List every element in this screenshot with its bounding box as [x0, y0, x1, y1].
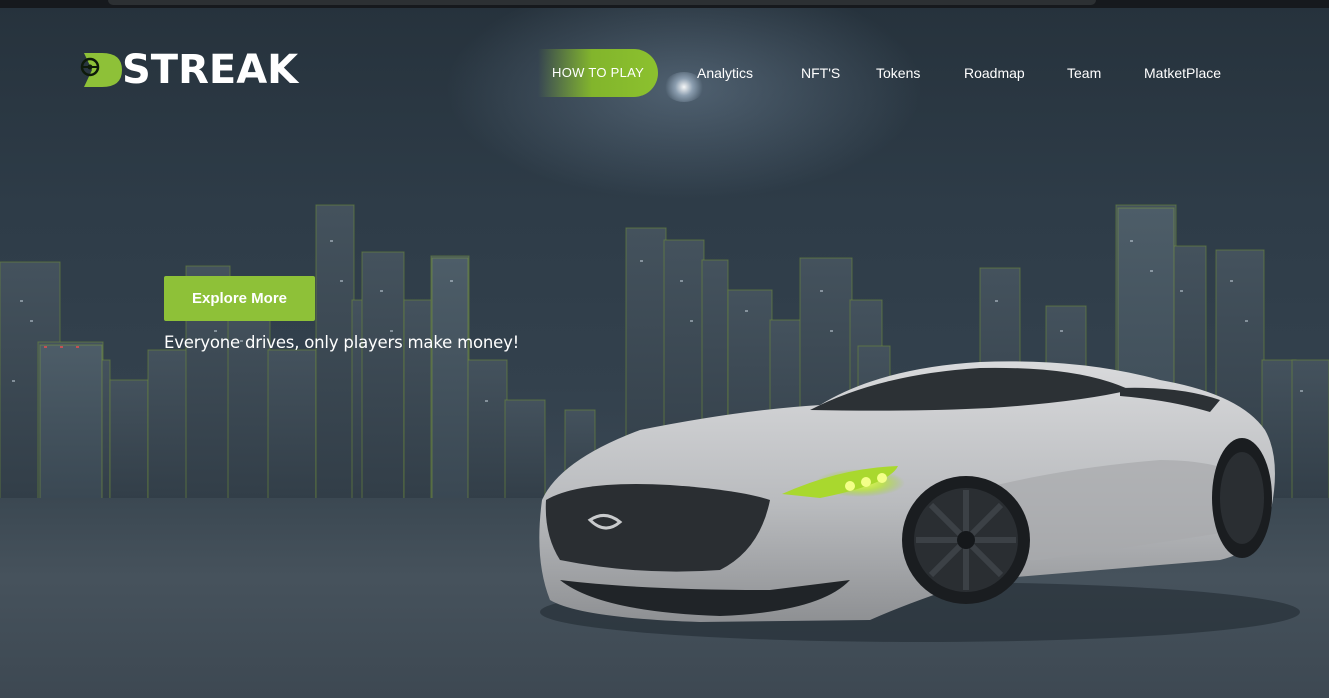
hero-section: STREAK HOW TO PLAY Analytics NFT'S Token… [0, 0, 1329, 698]
nav-nfts[interactable]: NFT'S [801, 49, 840, 97]
nav-team[interactable]: Team [1067, 49, 1101, 97]
explore-more-button[interactable]: Explore More [164, 276, 315, 321]
nav-roadmap[interactable]: Roadmap [964, 49, 1025, 97]
nav-marketplace[interactable]: MatketPlace [1144, 49, 1221, 97]
nav-analytics[interactable]: Analytics [697, 49, 753, 97]
sports-car-image [539, 361, 1300, 642]
brand-logo[interactable]: STREAK [80, 50, 298, 90]
nav-tokens[interactable]: Tokens [876, 49, 920, 97]
hero-tagline: Everyone drives, only players make money… [164, 333, 520, 352]
brand-name: STREAK [122, 47, 299, 93]
steering-wheel-icon [80, 53, 122, 87]
nav-how-to-play[interactable]: HOW TO PLAY [538, 49, 659, 97]
